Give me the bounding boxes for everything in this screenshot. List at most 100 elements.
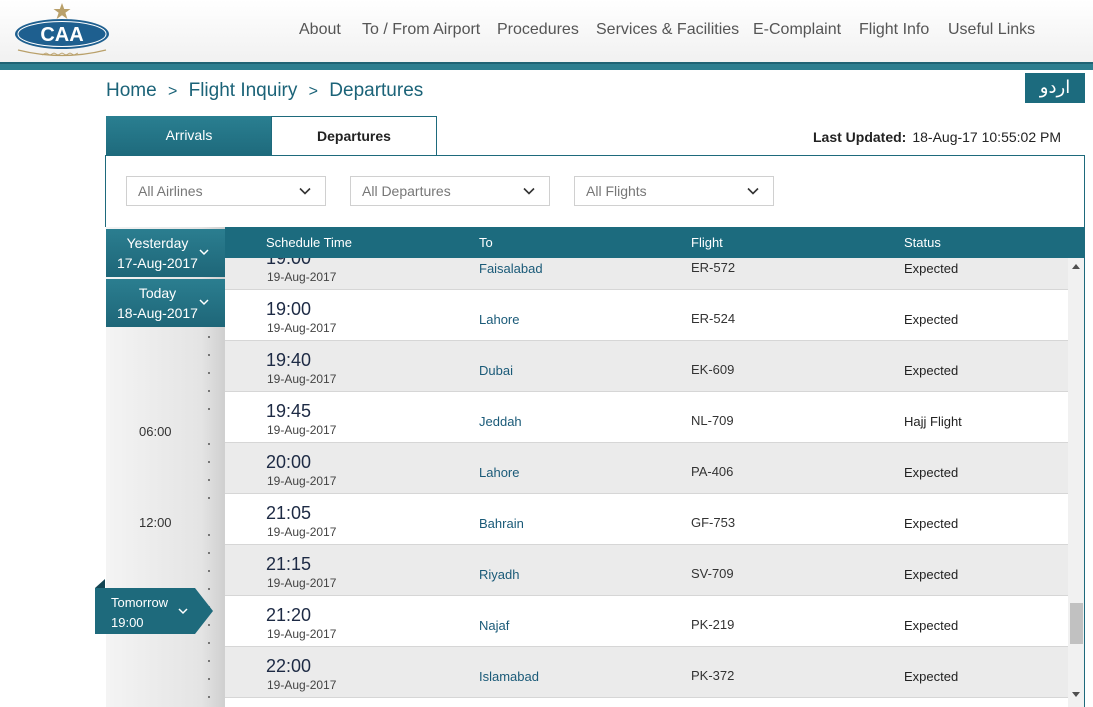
table-row[interactable]: 19:00 19-Aug-2017 Lahore ER-524 Expected <box>225 290 1068 341</box>
flight-status: Expected <box>904 516 959 531</box>
departure-date: 19-Aug-2017 <box>267 474 337 488</box>
nav-procedures[interactable]: Procedures <box>497 21 579 39</box>
nav-to-from-airport[interactable]: To / From Airport <box>362 21 480 39</box>
timeline-tick <box>208 696 210 698</box>
flight-status: Expected <box>904 669 959 684</box>
last-updated-label: Last Updated: <box>813 129 907 145</box>
destination: Lahore <box>479 312 520 327</box>
flights-table-header: Schedule Time To Flight Status <box>225 227 1085 258</box>
departure-date: 19-Aug-2017 <box>267 270 337 284</box>
breadcrumb-home[interactable]: Home <box>106 80 157 101</box>
flights-table-body[interactable]: 19:00 19-Aug-2017 Faisalabad ER-572 Expected… <box>225 258 1068 707</box>
chevron-down-icon <box>178 608 188 615</box>
scroll-up-arrow-icon[interactable] <box>1072 264 1080 269</box>
chevron-down-icon <box>199 299 209 306</box>
departure-time: 21:15 <box>266 554 312 574</box>
column-schedule-time[interactable]: Schedule Time <box>266 235 352 250</box>
departure-time: 19:00 <box>266 299 312 319</box>
timeline-tick <box>208 552 210 554</box>
flight-number: ER-572 <box>691 260 736 275</box>
timeline-tomorrow-marker[interactable]: Tomorrow 19:00 <box>95 579 213 634</box>
last-updated-value: 18-Aug-17 10:55:02 PM <box>912 129 1061 145</box>
tomorrow-time: 19:00 <box>111 615 144 630</box>
flight-number: GF-753 <box>691 515 736 530</box>
timeline-today[interactable]: Today 18-Aug-2017 <box>106 279 225 327</box>
nav-e-complaint[interactable]: E-Complaint <box>753 21 841 39</box>
breadcrumb-separator: > <box>308 83 318 100</box>
timeline-tick <box>208 497 210 499</box>
timeline-tick <box>208 479 210 481</box>
urdu-language-button[interactable]: اردو <box>1025 73 1085 103</box>
table-row[interactable]: 22:00 19-Aug-2017 Islamabad PK-372 Expected <box>225 647 1068 698</box>
departure-time: 19:45 <box>266 401 312 421</box>
breadcrumb-flight-inquiry[interactable]: Flight Inquiry <box>189 80 298 101</box>
flight-status: Expected <box>904 567 959 582</box>
table-row[interactable]: 19:40 19-Aug-2017 Dubai EK-609 Expected <box>225 341 1068 392</box>
main-navigation: About To / From Airport Procedures Servi… <box>0 21 1093 41</box>
departure-date: 19-Aug-2017 <box>267 627 337 641</box>
flight-status: Expected <box>904 465 959 480</box>
flight-number: PK-219 <box>691 617 735 632</box>
scroll-down-arrow-icon[interactable] <box>1072 692 1080 697</box>
chevron-down-icon <box>747 187 759 195</box>
departure-date: 19-Aug-2017 <box>267 678 337 692</box>
flight-status: Expected <box>904 312 959 327</box>
flight-number: NL-709 <box>691 413 734 428</box>
today-date: 18-Aug-2017 <box>117 305 198 321</box>
departure-date: 19-Aug-2017 <box>267 321 337 335</box>
timeline-mark-1200: 12:00 <box>139 515 172 530</box>
departures-select[interactable]: All Departures <box>350 176 550 206</box>
airlines-select[interactable]: All Airlines <box>126 176 326 206</box>
nav-about[interactable]: About <box>299 21 341 39</box>
departure-time: 20:00 <box>266 452 312 472</box>
flight-number: EK-609 <box>691 362 735 377</box>
timeline-mark-0600: 06:00 <box>139 424 172 439</box>
tab-departures[interactable]: Departures <box>271 116 437 156</box>
today-label: Today <box>138 285 177 301</box>
departure-date: 19-Aug-2017 <box>267 372 337 386</box>
nav-flight-info[interactable]: Flight Info <box>859 21 929 39</box>
table-row[interactable]: 19:00 19-Aug-2017 Faisalabad ER-572 Expected <box>225 258 1068 290</box>
timeline-tick <box>208 642 210 644</box>
destination: Dubai <box>479 363 513 378</box>
timeline-tick <box>208 461 210 463</box>
table-row[interactable]: 19:45 19-Aug-2017 Jeddah NL-709 Hajj Flight <box>225 392 1068 443</box>
flight-status: Expected <box>904 618 959 633</box>
column-status[interactable]: Status <box>904 235 941 250</box>
departure-time: 19:00 <box>266 258 312 268</box>
timeline-tick <box>208 354 210 356</box>
departure-time: 21:20 <box>266 605 312 625</box>
flights-select-value: All Flights <box>586 183 647 199</box>
flights-select[interactable]: All Flights <box>574 176 774 206</box>
breadcrumb-separator: > <box>167 83 178 100</box>
panel-border <box>1084 227 1085 707</box>
tab-arrivals[interactable]: Arrivals <box>106 116 272 156</box>
column-flight[interactable]: Flight <box>691 235 723 250</box>
table-row[interactable]: 21:05 19-Aug-2017 Bahrain GF-753 Expected <box>225 494 1068 545</box>
nav-useful-links[interactable]: Useful Links <box>948 21 1035 39</box>
scrollbar-thumb[interactable] <box>1070 603 1083 644</box>
timeline-tick <box>208 570 210 572</box>
destination: Faisalabad <box>479 261 543 276</box>
destination: Islamabad <box>479 669 539 684</box>
yesterday-label: Yesterday <box>126 235 189 251</box>
flight-status: Expected <box>904 363 959 378</box>
departure-time: 21:05 <box>266 503 312 523</box>
destination: Jeddah <box>479 414 522 429</box>
flight-status: Expected <box>904 261 959 276</box>
timeline-tick <box>208 678 210 680</box>
destination: Riyadh <box>479 567 520 582</box>
table-row[interactable]: 21:20 19-Aug-2017 Najaf PK-219 Expected <box>225 596 1068 647</box>
timeline-yesterday[interactable]: Yesterday 17-Aug-2017 <box>106 229 225 277</box>
column-to[interactable]: To <box>479 235 493 250</box>
timeline-tick <box>208 534 210 536</box>
table-row[interactable]: 21:15 19-Aug-2017 Riyadh SV-709 Expected <box>225 545 1068 596</box>
table-row[interactable]: 20:00 19-Aug-2017 Lahore PA-406 Expected <box>225 443 1068 494</box>
flight-status: Hajj Flight <box>904 414 962 429</box>
departures-select-value: All Departures <box>362 183 451 199</box>
header-divider <box>0 62 1093 70</box>
nav-services-facilities[interactable]: Services & Facilities <box>596 21 739 39</box>
timeline-tick <box>208 336 210 338</box>
yesterday-date: 17-Aug-2017 <box>117 255 198 271</box>
chevron-down-icon <box>299 187 311 195</box>
